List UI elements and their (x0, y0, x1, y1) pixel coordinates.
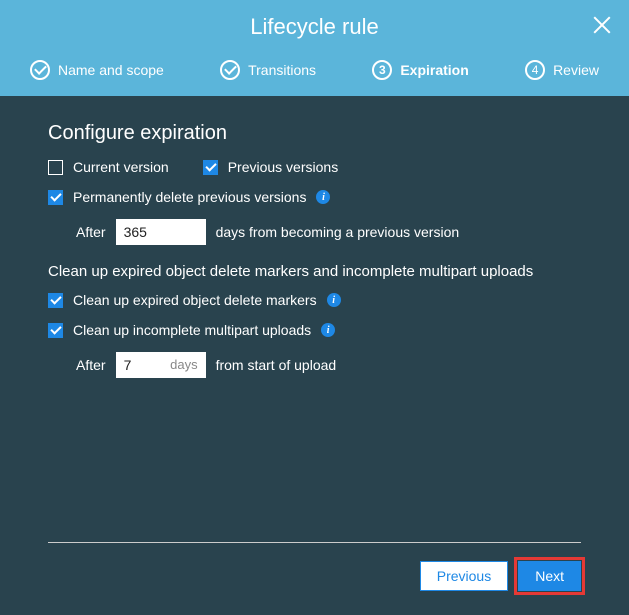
lifecycle-rule-modal: Lifecycle rule Name and scope Transition… (0, 0, 629, 615)
modal-header: Lifecycle rule Name and scope Transition… (0, 0, 629, 96)
perm-delete-days-row: After days from becoming a previous vers… (48, 219, 581, 245)
step-review[interactable]: 4 Review (525, 60, 599, 80)
step-number-icon: 3 (372, 60, 392, 80)
previous-versions-label: Previous versions (228, 159, 339, 175)
current-version-label: Current version (73, 159, 169, 175)
step-label: Review (553, 62, 599, 78)
multipart-label: Clean up incomplete multipart uploads (73, 322, 311, 338)
step-expiration[interactable]: 3 Expiration (372, 60, 468, 80)
after-label: After (76, 224, 106, 240)
perm-delete-suffix: days from becoming a previous version (216, 224, 460, 240)
delete-markers-checkbox[interactable] (48, 293, 63, 308)
previous-button[interactable]: Previous (420, 561, 508, 591)
multipart-row: Clean up incomplete multipart uploads i (48, 322, 581, 338)
step-name-and-scope[interactable]: Name and scope (30, 60, 164, 80)
section-title: Configure expiration (48, 122, 581, 145)
info-icon[interactable]: i (316, 190, 330, 204)
close-icon[interactable] (591, 14, 613, 36)
perm-delete-row: Permanently delete previous versions i (48, 189, 581, 205)
step-label: Transitions (248, 62, 316, 78)
after-label: After (76, 357, 106, 373)
multipart-suffix: from start of upload (216, 357, 337, 373)
perm-delete-label: Permanently delete previous versions (73, 189, 306, 205)
step-number-icon: 4 (525, 60, 545, 80)
previous-versions-checkbox[interactable] (203, 160, 218, 175)
check-icon (220, 60, 240, 80)
cleanup-title: Clean up expired object delete markers a… (48, 263, 581, 280)
multipart-checkbox[interactable] (48, 323, 63, 338)
modal-footer: Previous Next (0, 543, 629, 615)
info-icon[interactable]: i (321, 323, 335, 337)
wizard-steps: Name and scope Transitions 3 Expiration … (20, 52, 609, 96)
perm-delete-checkbox[interactable] (48, 190, 63, 205)
multipart-days-input[interactable] (116, 352, 206, 378)
step-label: Expiration (400, 62, 468, 78)
info-icon[interactable]: i (327, 293, 341, 307)
delete-markers-row: Clean up expired object delete markers i (48, 292, 581, 308)
check-icon (30, 60, 50, 80)
multipart-days-row: After days from start of upload (48, 352, 581, 378)
current-version-checkbox[interactable] (48, 160, 63, 175)
delete-markers-label: Clean up expired object delete markers (73, 292, 317, 308)
modal-title: Lifecycle rule (20, 14, 609, 52)
step-transitions[interactable]: Transitions (220, 60, 316, 80)
step-label: Name and scope (58, 62, 164, 78)
modal-body: Configure expiration Current version Pre… (0, 96, 629, 532)
version-options-row: Current version Previous versions (48, 159, 581, 175)
next-button[interactable]: Next (518, 561, 581, 591)
perm-delete-days-input[interactable] (116, 219, 206, 245)
